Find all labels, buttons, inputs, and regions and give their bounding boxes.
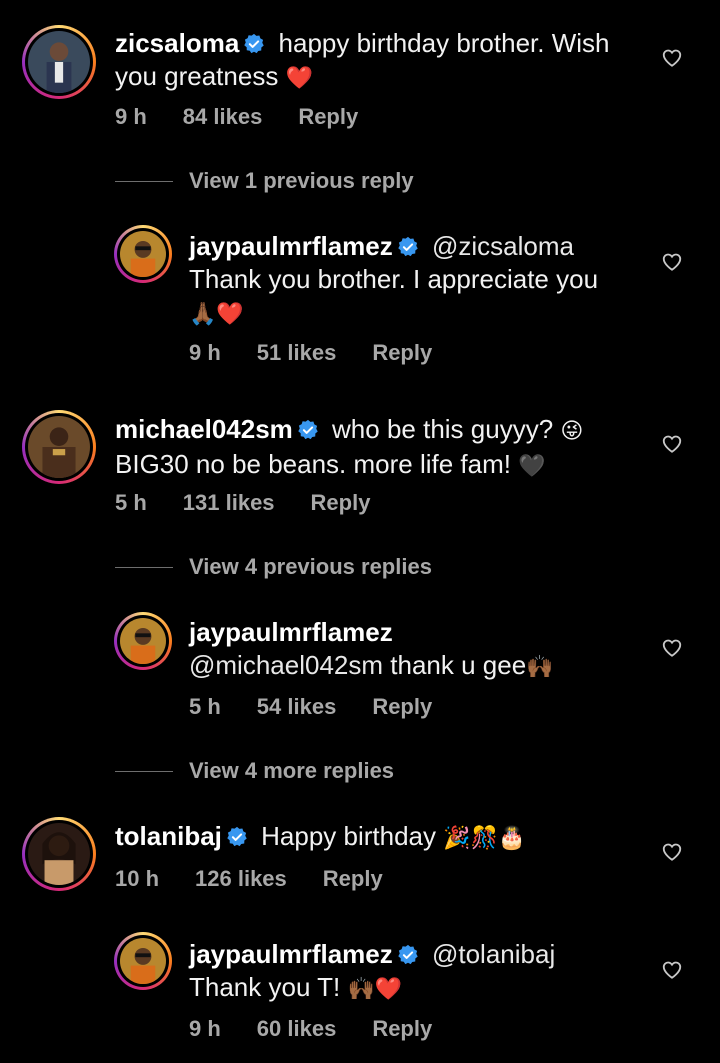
comment-text: tolanibaj Happy birthday 🎉🎊🎂 bbox=[115, 820, 655, 855]
comment-body: Thank you brother. I appreciate you bbox=[189, 264, 599, 294]
black-heart-emoji: 🖤 bbox=[518, 454, 546, 479]
reply-button[interactable]: Reply bbox=[298, 104, 358, 130]
comment-meta: 9 h 51 likes Reply bbox=[189, 340, 432, 366]
likes-count[interactable]: 131 likes bbox=[183, 490, 275, 516]
verified-badge-icon bbox=[397, 944, 419, 966]
avatar[interactable] bbox=[114, 225, 172, 283]
comment-body: Thank you T! bbox=[189, 972, 341, 1002]
comment-body-line2: you greatness bbox=[115, 61, 279, 91]
comment-body-line2: BIG30 no be beans. more life fam! bbox=[115, 449, 511, 479]
winking-emoji: 😜 bbox=[560, 419, 584, 444]
divider bbox=[115, 180, 173, 182]
raised-hands-emoji: 🙌🏾 bbox=[526, 655, 554, 680]
comment-text: jaypaulmrflamez @zicsaloma Thank you bro… bbox=[189, 230, 649, 331]
username[interactable]: michael042sm bbox=[115, 414, 293, 444]
like-heart-icon[interactable] bbox=[661, 251, 683, 273]
timestamp: 9 h bbox=[189, 1016, 221, 1041]
view-replies-button[interactable]: View 4 previous replies bbox=[115, 554, 432, 580]
view-more-replies-button[interactable]: View 4 more replies bbox=[115, 758, 394, 784]
comment-text: michael042sm who be this guyyy? 😜 BIG30 … bbox=[115, 413, 655, 483]
mention-link[interactable]: @zicsaloma bbox=[432, 231, 574, 261]
reply-button[interactable]: Reply bbox=[372, 340, 432, 366]
timestamp: 9 h bbox=[189, 340, 221, 365]
comment-meta: 5 h 54 likes Reply bbox=[189, 694, 432, 720]
view-replies-label: View 4 more replies bbox=[189, 758, 395, 783]
view-replies-label: View 4 previous replies bbox=[189, 554, 432, 579]
reply-button[interactable]: Reply bbox=[372, 1016, 432, 1042]
mention-link[interactable]: @michael042sm bbox=[189, 650, 383, 680]
verified-badge-icon bbox=[297, 419, 319, 441]
avatar[interactable] bbox=[114, 612, 172, 670]
like-heart-icon[interactable] bbox=[661, 841, 683, 863]
verified-badge-icon bbox=[397, 236, 419, 258]
comment-body: Happy birthday bbox=[261, 821, 437, 851]
reply-button[interactable]: Reply bbox=[311, 490, 371, 516]
timestamp: 5 h bbox=[189, 694, 221, 719]
avatar[interactable] bbox=[22, 410, 96, 484]
comment-text: zicsaloma happy birthday brother. Wish y… bbox=[115, 27, 655, 95]
username[interactable]: jaypaulmrflamez bbox=[189, 617, 393, 647]
comment-text: jaypaulmrflamez @tolanibaj Thank you T! … bbox=[189, 938, 649, 1006]
username[interactable]: jaypaulmrflamez bbox=[189, 231, 393, 261]
comment-meta: 5 h 131 likes Reply bbox=[115, 490, 370, 516]
divider bbox=[115, 770, 173, 772]
likes-count[interactable]: 51 likes bbox=[257, 340, 337, 366]
avatar[interactable] bbox=[114, 932, 172, 990]
comment-meta: 10 h 126 likes Reply bbox=[115, 866, 383, 892]
likes-count[interactable]: 126 likes bbox=[195, 866, 287, 892]
comment-meta: 9 h 84 likes Reply bbox=[115, 104, 358, 130]
like-heart-icon[interactable] bbox=[661, 433, 683, 455]
verified-badge-icon bbox=[226, 826, 248, 848]
heart-emoji: ❤️ bbox=[285, 66, 313, 91]
comment-body: who be this guyyy? bbox=[332, 414, 554, 444]
comment-body: happy birthday brother. Wish bbox=[278, 28, 610, 58]
username[interactable]: tolanibaj bbox=[115, 821, 222, 851]
comment-body: thank u gee bbox=[390, 650, 527, 680]
username[interactable]: jaypaulmrflamez bbox=[189, 939, 393, 969]
likes-count[interactable]: 54 likes bbox=[257, 694, 337, 720]
avatar[interactable] bbox=[22, 25, 96, 99]
view-replies-button[interactable]: View 1 previous reply bbox=[115, 168, 414, 194]
timestamp: 10 h bbox=[115, 866, 160, 891]
comment-text: jaypaulmrflamez @michael042sm thank u ge… bbox=[189, 616, 649, 684]
view-replies-label: View 1 previous reply bbox=[189, 168, 414, 193]
verified-badge-icon bbox=[243, 33, 265, 55]
like-heart-icon[interactable] bbox=[661, 47, 683, 69]
timestamp: 5 h bbox=[115, 490, 147, 515]
avatar[interactable] bbox=[22, 817, 96, 891]
comments-list: zicsaloma happy birthday brother. Wish y… bbox=[0, 0, 720, 1063]
divider bbox=[115, 566, 173, 568]
mention-link[interactable]: @tolanibaj bbox=[432, 939, 555, 969]
reply-button[interactable]: Reply bbox=[372, 694, 432, 720]
like-heart-icon[interactable] bbox=[661, 637, 683, 659]
reply-button[interactable]: Reply bbox=[323, 866, 383, 892]
like-heart-icon[interactable] bbox=[661, 959, 683, 981]
comment-meta: 9 h 60 likes Reply bbox=[189, 1016, 432, 1042]
pray-heart-emoji: 🙏🏾❤️ bbox=[189, 302, 244, 327]
likes-count[interactable]: 84 likes bbox=[183, 104, 263, 130]
raised-hands-heart-emoji: 🙌🏾❤️ bbox=[347, 977, 403, 1002]
celebration-emoji: 🎉🎊🎂 bbox=[443, 826, 526, 851]
username[interactable]: zicsaloma bbox=[115, 28, 239, 58]
likes-count[interactable]: 60 likes bbox=[257, 1016, 337, 1042]
timestamp: 9 h bbox=[115, 104, 147, 129]
